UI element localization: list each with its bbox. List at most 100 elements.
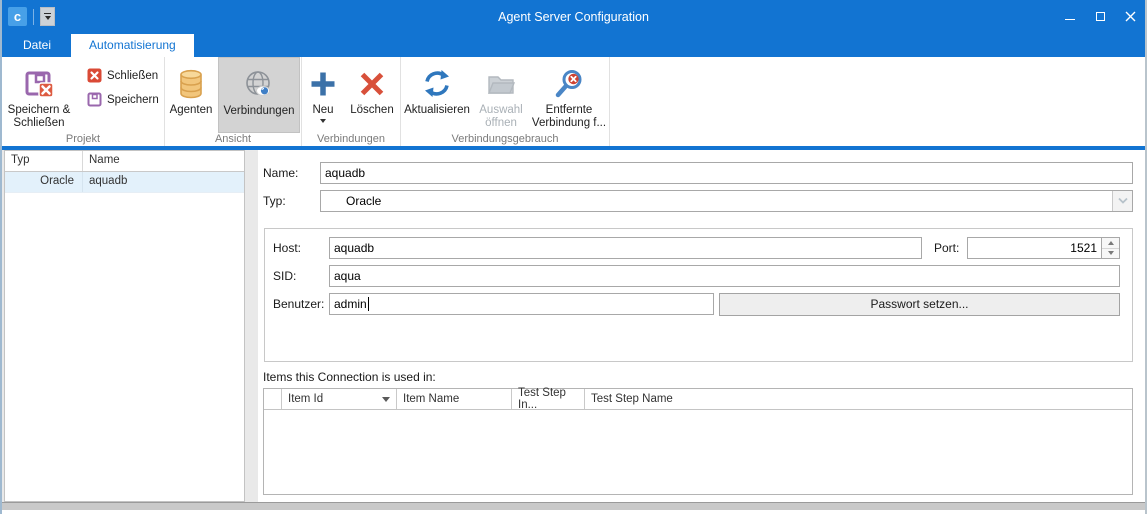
save-and-close-button[interactable]: Speichern & Schließen — [2, 57, 76, 133]
spinner-up-icon — [1108, 241, 1114, 245]
schliessen-button[interactable]: Schließen — [84, 67, 162, 84]
dropdown-arrow-icon — [320, 119, 326, 123]
schliessen-label: Schließen — [107, 70, 158, 82]
port-spinner — [1102, 237, 1120, 259]
connections-list-panel: Typ Name Oracle aquadb — [4, 150, 245, 502]
usage-section-label: Items this Connection is used in: — [263, 370, 1133, 386]
save-and-close-icon — [22, 64, 56, 104]
name-label: Name: — [263, 166, 320, 180]
spinner-down-button[interactable] — [1102, 249, 1119, 259]
close-button[interactable] — [1115, 0, 1145, 33]
save-and-close-label-line2: Schließen — [13, 117, 64, 129]
app-logo-icon[interactable]: c — [8, 7, 27, 26]
auswahl-oeffnen-button[interactable]: Auswahl öffnen — [475, 57, 527, 133]
text-caret — [368, 297, 369, 311]
column-header-name[interactable]: Name — [83, 151, 244, 171]
speichern-button[interactable]: Speichern — [84, 91, 162, 108]
loeschen-button[interactable]: Löschen — [346, 57, 398, 133]
database-icon — [178, 64, 204, 104]
plus-icon — [308, 64, 338, 104]
combobox-chevron-icon — [1117, 197, 1129, 205]
qat-separator — [33, 9, 34, 25]
name-input[interactable]: aquadb — [320, 162, 1133, 184]
host-label: Host: — [273, 241, 329, 255]
folder-open-icon — [486, 64, 516, 104]
column-header-item-name[interactable]: Item Name — [397, 389, 512, 409]
port-label: Port: — [922, 241, 967, 255]
port-input[interactable]: 1521 — [967, 237, 1102, 259]
agent-server-configuration-window: c Agent Server Configuration Datei Autom… — [0, 0, 1147, 514]
combobox-dropdown-button[interactable] — [1112, 191, 1132, 211]
usage-grid: Item Id Item Name Test Step In... Test S… — [263, 388, 1133, 495]
speichern-label: Speichern — [107, 94, 159, 106]
ribbon-group-verbindungsgebrauch: Aktualisieren Auswahl öffnen — [401, 57, 610, 146]
column-header-item-id[interactable]: Item Id — [282, 389, 397, 409]
delete-x-icon — [357, 64, 387, 104]
spinner-down-icon — [1108, 251, 1114, 255]
tab-automatisierung[interactable]: Automatisierung — [71, 34, 194, 57]
loeschen-label: Löschen — [350, 104, 393, 117]
auswahl-label-line1: Auswahl — [479, 104, 522, 116]
connection-name-cell: aquadb — [83, 172, 244, 192]
verbindungen-view-label: Verbindungen — [224, 105, 295, 118]
column-header-test-step-in[interactable]: Test Step In... — [512, 389, 585, 409]
item-id-label: Item Id — [288, 393, 323, 405]
connection-detail-panel: Name: aquadb Typ: Oracle Host: aquadb Po… — [258, 150, 1145, 502]
tab-datei[interactable]: Datei — [10, 34, 64, 57]
connection-row-selected[interactable]: Oracle aquadb — [5, 172, 244, 193]
ribbon-group-ansicht: Agenten Verbindungen — [165, 57, 302, 146]
typ-label: Typ: — [263, 194, 320, 208]
group-label-projekt: Projekt — [2, 133, 164, 146]
typ-value: Oracle — [321, 194, 1112, 208]
connections-list-header: Typ Name — [5, 151, 244, 172]
typ-combobox[interactable]: Oracle — [320, 190, 1133, 212]
row-indicator-column — [264, 389, 282, 409]
column-header-test-step-name[interactable]: Test Step Name — [585, 389, 1132, 409]
minimize-icon — [1065, 19, 1075, 20]
window-controls — [1055, 0, 1145, 33]
group-label-verbindungen: Verbindungen — [302, 133, 400, 146]
benutzer-value: admin — [334, 297, 367, 311]
verbindungen-view-button[interactable]: Verbindungen — [218, 57, 300, 133]
sid-value: aqua — [334, 269, 361, 283]
test-step-in-label: Test Step In... — [518, 387, 578, 411]
usage-grid-header: Item Id Item Name Test Step In... Test S… — [264, 389, 1132, 410]
benutzer-input[interactable]: admin — [329, 293, 714, 315]
passwort-setzen-button[interactable]: Passwort setzen... — [719, 293, 1120, 316]
sid-input[interactable]: aqua — [329, 265, 1120, 287]
auswahl-label-line2: öffnen — [485, 117, 517, 129]
panel-splitter[interactable] — [245, 150, 258, 502]
ribbon: Speichern & Schließen Schließen — [2, 57, 1145, 150]
sid-label: SID: — [273, 269, 329, 283]
column-filter-icon[interactable] — [382, 397, 390, 402]
agenten-button[interactable]: Agenten — [166, 57, 216, 133]
maximize-button[interactable] — [1085, 0, 1115, 33]
host-input[interactable]: aquadb — [329, 237, 922, 259]
neu-button[interactable]: Neu — [304, 57, 342, 133]
maximize-icon — [1096, 12, 1105, 21]
entfernte-verbindung-button[interactable]: Entfernte Verbindung f... — [529, 57, 609, 133]
spinner-up-button[interactable] — [1102, 238, 1119, 249]
window-bottom-edge — [2, 502, 1145, 510]
quick-access-toolbar: c — [2, 7, 55, 26]
aktualisieren-button[interactable]: Aktualisieren — [401, 57, 473, 133]
entfernte-label-line1: Entfernte — [546, 104, 593, 116]
group-label-ansicht: Ansicht — [165, 133, 301, 146]
refresh-icon — [422, 64, 452, 104]
titlebar: c Agent Server Configuration — [2, 0, 1145, 33]
quick-access-dropdown-icon[interactable] — [40, 7, 55, 26]
usage-grid-body[interactable] — [264, 410, 1132, 494]
minimize-button[interactable] — [1055, 0, 1085, 33]
entfernte-label-line2: Verbindung f... — [532, 117, 606, 129]
test-step-name-label: Test Step Name — [591, 393, 673, 405]
globe-icon — [244, 65, 274, 105]
window-title: Agent Server Configuration — [2, 10, 1145, 24]
item-name-label: Item Name — [403, 393, 459, 405]
ribbon-tab-row: Datei Automatisierung — [2, 33, 1145, 57]
port-value: 1521 — [1070, 241, 1097, 255]
close-icon — [1125, 11, 1136, 22]
name-value: aquadb — [325, 166, 365, 180]
column-header-typ[interactable]: Typ — [5, 151, 83, 171]
aktualisieren-label: Aktualisieren — [404, 104, 470, 117]
save-and-close-label-line1: Speichern & — [8, 104, 71, 116]
